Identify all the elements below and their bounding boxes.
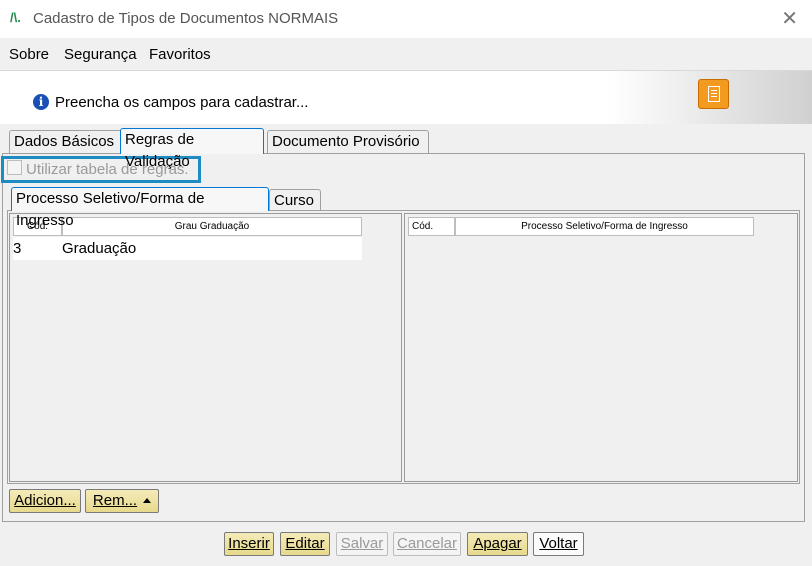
edit-button[interactable]: Editar bbox=[280, 532, 330, 556]
insert-button[interactable]: Inserir bbox=[224, 532, 274, 556]
tab-dados-basicos[interactable]: Dados Básicos bbox=[9, 130, 124, 153]
save-button: Salvar bbox=[336, 532, 388, 556]
column-header-cod[interactable]: Cód. bbox=[408, 217, 455, 236]
info-icon: i bbox=[33, 94, 49, 110]
close-icon[interactable]: ✕ bbox=[781, 6, 798, 31]
caret-up-icon bbox=[143, 498, 152, 503]
column-header-grau[interactable]: Grau Graduação bbox=[62, 217, 362, 236]
menu-item-sobre[interactable]: Sobre bbox=[9, 46, 49, 63]
delete-button[interactable]: Apagar bbox=[467, 532, 528, 556]
grau-grid[interactable]: Cód. Grau Graduação 3 Graduação bbox=[9, 213, 402, 482]
document-icon bbox=[708, 86, 720, 102]
tab-regras-de-validacao[interactable]: Regras de Validação bbox=[120, 128, 264, 170]
table-row[interactable]: 3 Graduação bbox=[13, 237, 362, 260]
processo-grid[interactable]: Cód. Processo Seletivo/Forma de Ingresso bbox=[404, 213, 798, 482]
cell-grau: Graduação bbox=[62, 240, 137, 257]
window-title: Cadastro de Tipos de Documentos NORMAIS bbox=[33, 10, 339, 27]
tab-documento-provisorio[interactable]: Documento Provisório bbox=[267, 130, 429, 153]
menu-item-favoritos[interactable]: Favoritos bbox=[149, 46, 211, 63]
back-button[interactable]: Voltar bbox=[533, 532, 584, 556]
cell-cod: 3 bbox=[13, 240, 22, 257]
document-button[interactable] bbox=[698, 79, 729, 109]
tab-processo-seletivo[interactable]: Processo Seletivo/Forma de Ingresso bbox=[11, 187, 269, 229]
column-header-processo[interactable]: Processo Seletivo/Forma de Ingresso bbox=[455, 217, 754, 236]
add-button[interactable]: Adicion... bbox=[9, 489, 81, 513]
info-message: Preencha os campos para cadastrar... bbox=[55, 94, 309, 111]
menu-bar: Sobre Segurança Favoritos bbox=[0, 38, 812, 71]
remove-label: Rem... bbox=[92, 492, 138, 509]
menu-item-seguranca[interactable]: Segurança bbox=[64, 46, 137, 63]
tab-curso[interactable]: Curso bbox=[269, 189, 321, 212]
remove-button[interactable]: Rem... bbox=[85, 489, 159, 513]
title-bar: /\. Cadastro de Tipos de Documentos NORM… bbox=[0, 0, 812, 38]
cancel-button: Cancelar bbox=[393, 532, 461, 556]
app-logo-icon: /\. bbox=[10, 10, 21, 25]
